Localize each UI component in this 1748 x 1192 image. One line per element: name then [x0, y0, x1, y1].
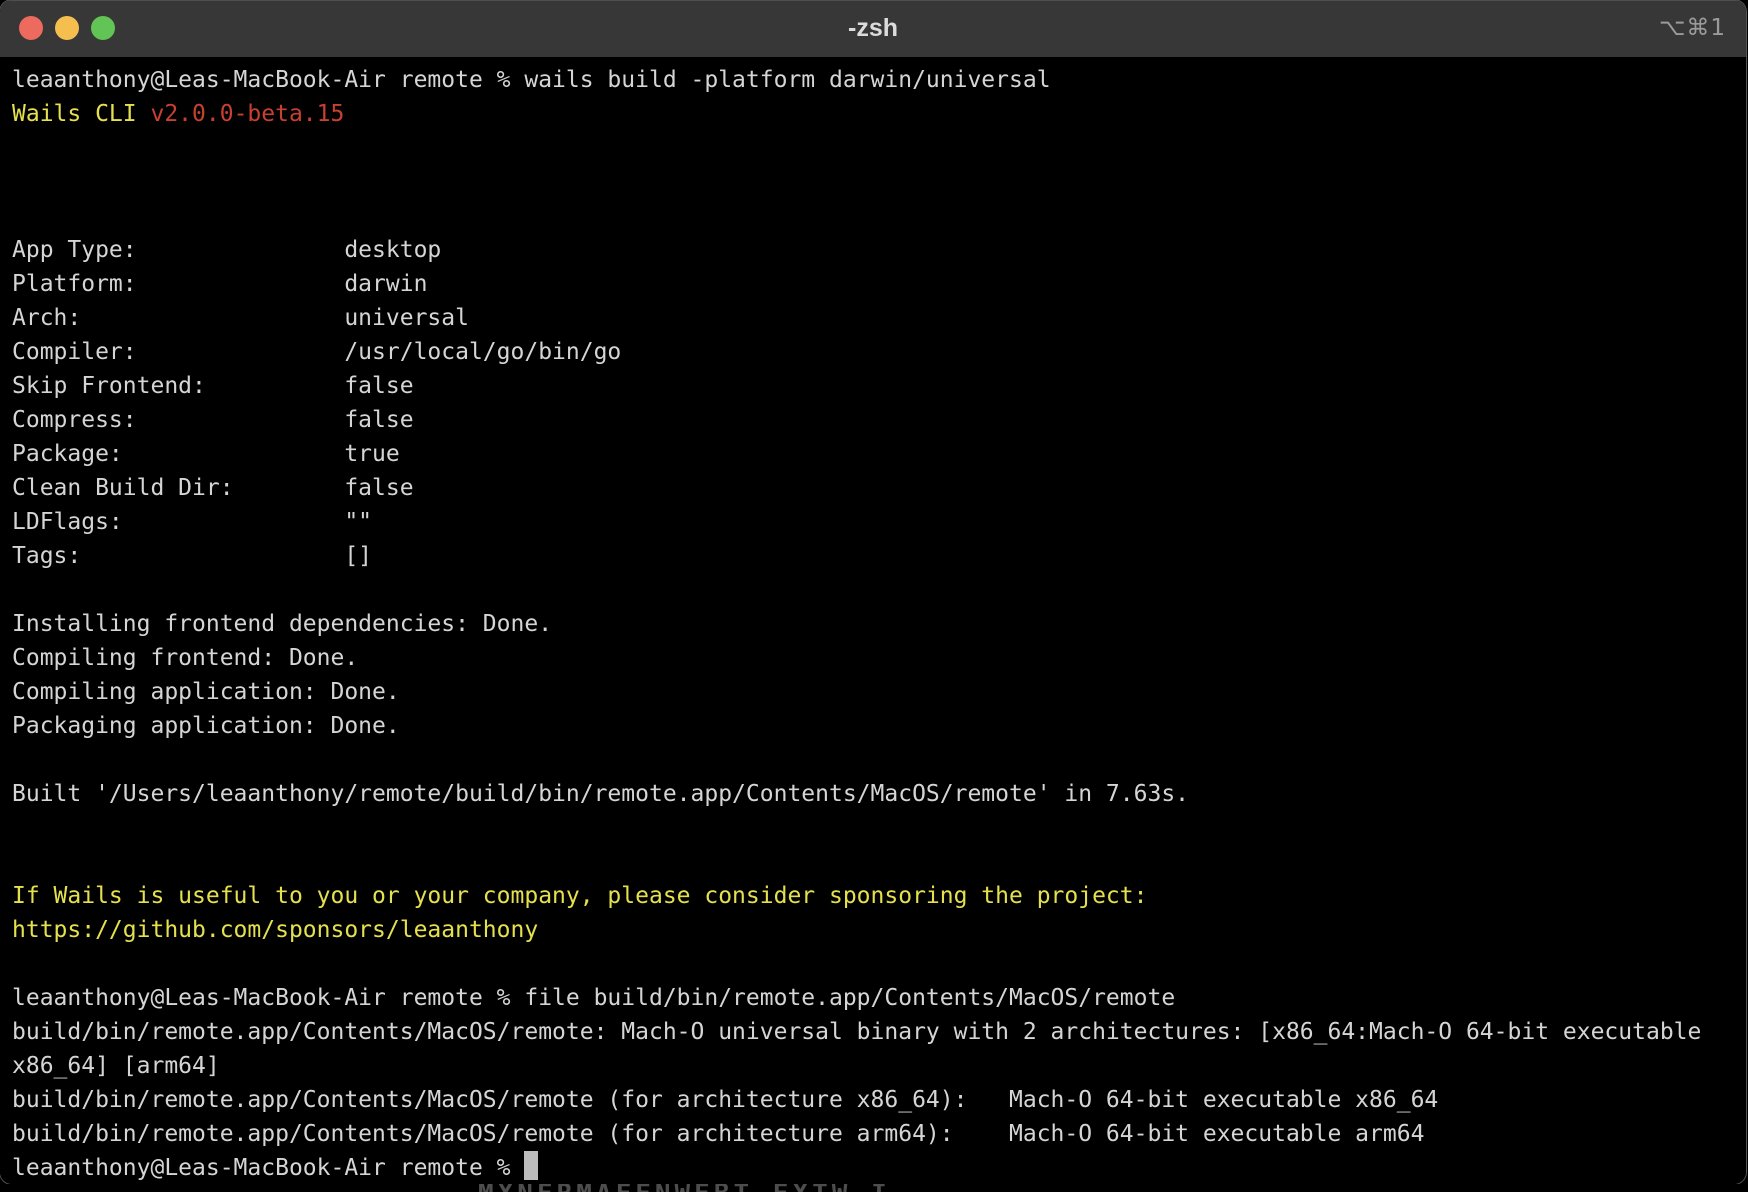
terminal-text-segment: x86_64] [arm64]: [12, 1053, 220, 1079]
terminal-text-segment: Package: true: [12, 441, 400, 467]
terminal-line: x86_64] [arm64]: [12, 1049, 1746, 1083]
terminal-line: Skip Frontend: false: [12, 369, 1746, 403]
terminal-text-segment: Compiling frontend: Done.: [12, 645, 358, 671]
terminal-line: Platform: darwin: [12, 267, 1746, 301]
terminal-text-segment: Compiling application: Done.: [12, 679, 400, 705]
terminal-text-segment: Wails CLI: [12, 101, 150, 127]
terminal-text-segment: build/bin/remote.app/Contents/MacOS/remo…: [12, 1121, 1424, 1147]
terminal-text-segment: Installing frontend dependencies: Done.: [12, 611, 552, 637]
terminal-text-segment: Packaging application: Done.: [12, 713, 400, 739]
text-cursor: [524, 1151, 538, 1180]
terminal-line: Arch: universal: [12, 301, 1746, 335]
terminal-line: [12, 573, 1746, 607]
terminal-line: [12, 811, 1746, 845]
terminal-text-segment: https://github.com/sponsors/leaanthony: [12, 917, 538, 943]
terminal-text-segment: If Wails is useful to you or your compan…: [12, 883, 1147, 909]
terminal-text-segment: build/bin/remote.app/Contents/MacOS/remo…: [12, 1087, 1438, 1113]
title-bar[interactable]: -zsh ⌥⌘1: [0, 0, 1746, 57]
terminal-line: https://github.com/sponsors/leaanthony: [12, 913, 1746, 947]
terminal-line: Tags: []: [12, 539, 1746, 573]
terminal-text-segment: Built '/Users/leaanthony/remote/build/bi…: [12, 781, 1189, 807]
terminal-text-segment: Tags: []: [12, 543, 372, 569]
terminal-line: [12, 947, 1746, 981]
terminal-line: Packaging application: Done.: [12, 709, 1746, 743]
terminal-line: [12, 165, 1746, 199]
terminal-line: Compress: false: [12, 403, 1746, 437]
window-controls: [19, 16, 115, 40]
terminal-line: App Type: desktop: [12, 233, 1746, 267]
background-clipped-text: MXNERMAFENWEBT EXTW I: [478, 1184, 891, 1192]
minimize-button[interactable]: [55, 16, 79, 40]
terminal-line: Package: true: [12, 437, 1746, 471]
terminal-text-segment: Skip Frontend: false: [12, 373, 414, 399]
terminal-line: leaanthony@Leas-MacBook-Air remote % wai…: [12, 63, 1746, 97]
terminal-line: Wails CLI v2.0.0-beta.15: [12, 97, 1746, 131]
terminal-line: leaanthony@Leas-MacBook-Air remote % fil…: [12, 981, 1746, 1015]
terminal-window: -zsh ⌥⌘1 leaanthony@Leas-MacBook-Air rem…: [0, 0, 1746, 1184]
terminal-text-segment: build/bin/remote.app/Contents/MacOS/remo…: [12, 1019, 1701, 1045]
background-window-sliver: MXNERMAFENWEBT EXTW I: [0, 1184, 1748, 1192]
terminal-line: Compiler: /usr/local/go/bin/go: [12, 335, 1746, 369]
terminal-line: [12, 845, 1746, 879]
terminal-text-segment: Platform: darwin: [12, 271, 427, 297]
window-title: -zsh: [0, 1, 1746, 58]
terminal-line: If Wails is useful to you or your compan…: [12, 879, 1746, 913]
terminal-text-segment: LDFlags: "": [12, 509, 372, 535]
close-button[interactable]: [19, 16, 43, 40]
terminal-text-segment: Compress: false: [12, 407, 414, 433]
terminal-text-segment: leaanthony@Leas-MacBook-Air remote % fil…: [12, 985, 1175, 1011]
terminal-line: Built '/Users/leaanthony/remote/build/bi…: [12, 777, 1746, 811]
terminal-text-segment: Clean Build Dir: false: [12, 475, 414, 501]
terminal-output[interactable]: leaanthony@Leas-MacBook-Air remote % wai…: [0, 57, 1746, 1184]
terminal-line: Compiling frontend: Done.: [12, 641, 1746, 675]
terminal-text-segment: Compiler: /usr/local/go/bin/go: [12, 339, 621, 365]
terminal-line: build/bin/remote.app/Contents/MacOS/remo…: [12, 1083, 1746, 1117]
terminal-line: [12, 743, 1746, 777]
terminal-text-segment: leaanthony@Leas-MacBook-Air remote % wai…: [12, 67, 1051, 93]
terminal-text-segment: App Type: desktop: [12, 237, 441, 263]
terminal-text-segment: Arch: universal: [12, 305, 469, 331]
terminal-line: build/bin/remote.app/Contents/MacOS/remo…: [12, 1117, 1746, 1151]
terminal-text-segment: leaanthony@Leas-MacBook-Air remote %: [12, 1155, 524, 1181]
terminal-text-segment: v2.0.0-beta.15: [150, 101, 344, 127]
terminal-line: Compiling application: Done.: [12, 675, 1746, 709]
terminal-line: [12, 199, 1746, 233]
terminal-line: Clean Build Dir: false: [12, 471, 1746, 505]
terminal-line: leaanthony@Leas-MacBook-Air remote %: [12, 1151, 1746, 1184]
terminal-line: build/bin/remote.app/Contents/MacOS/remo…: [12, 1015, 1746, 1049]
terminal-line: Installing frontend dependencies: Done.: [12, 607, 1746, 641]
terminal-line: [12, 131, 1746, 165]
zoom-button[interactable]: [91, 16, 115, 40]
terminal-line: LDFlags: "": [12, 505, 1746, 539]
window-shortcut-badge: ⌥⌘1: [1659, 1, 1726, 58]
